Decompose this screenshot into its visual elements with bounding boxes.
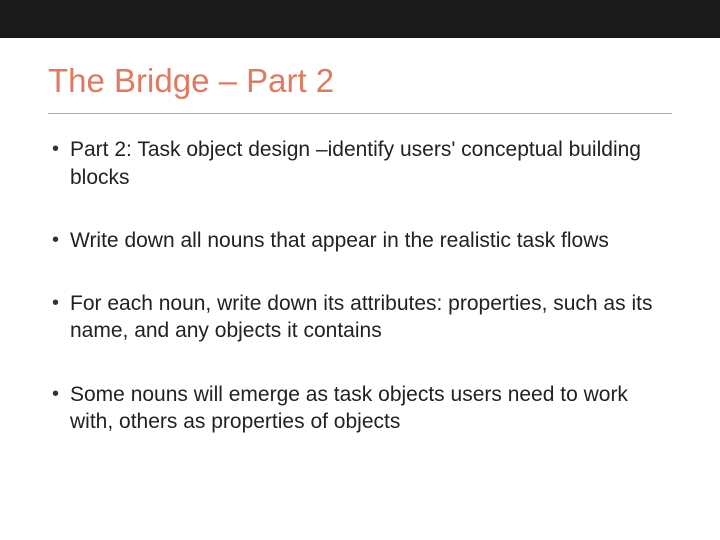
slide-content: The Bridge – Part 2 Part 2: Task object …: [48, 60, 672, 471]
bullet-item: For each noun, write down its attributes…: [48, 290, 672, 345]
bullet-item: Some nouns will emerge as task objects u…: [48, 381, 672, 436]
top-bar: [0, 0, 720, 38]
slide-title: The Bridge – Part 2: [48, 60, 672, 101]
bullet-item: Write down all nouns that appear in the …: [48, 227, 672, 254]
bullet-list: Part 2: Task object design –identify use…: [48, 136, 672, 435]
title-divider: [48, 113, 672, 114]
slide: The Bridge – Part 2 Part 2: Task object …: [0, 0, 720, 540]
bullet-item: Part 2: Task object design –identify use…: [48, 136, 672, 191]
